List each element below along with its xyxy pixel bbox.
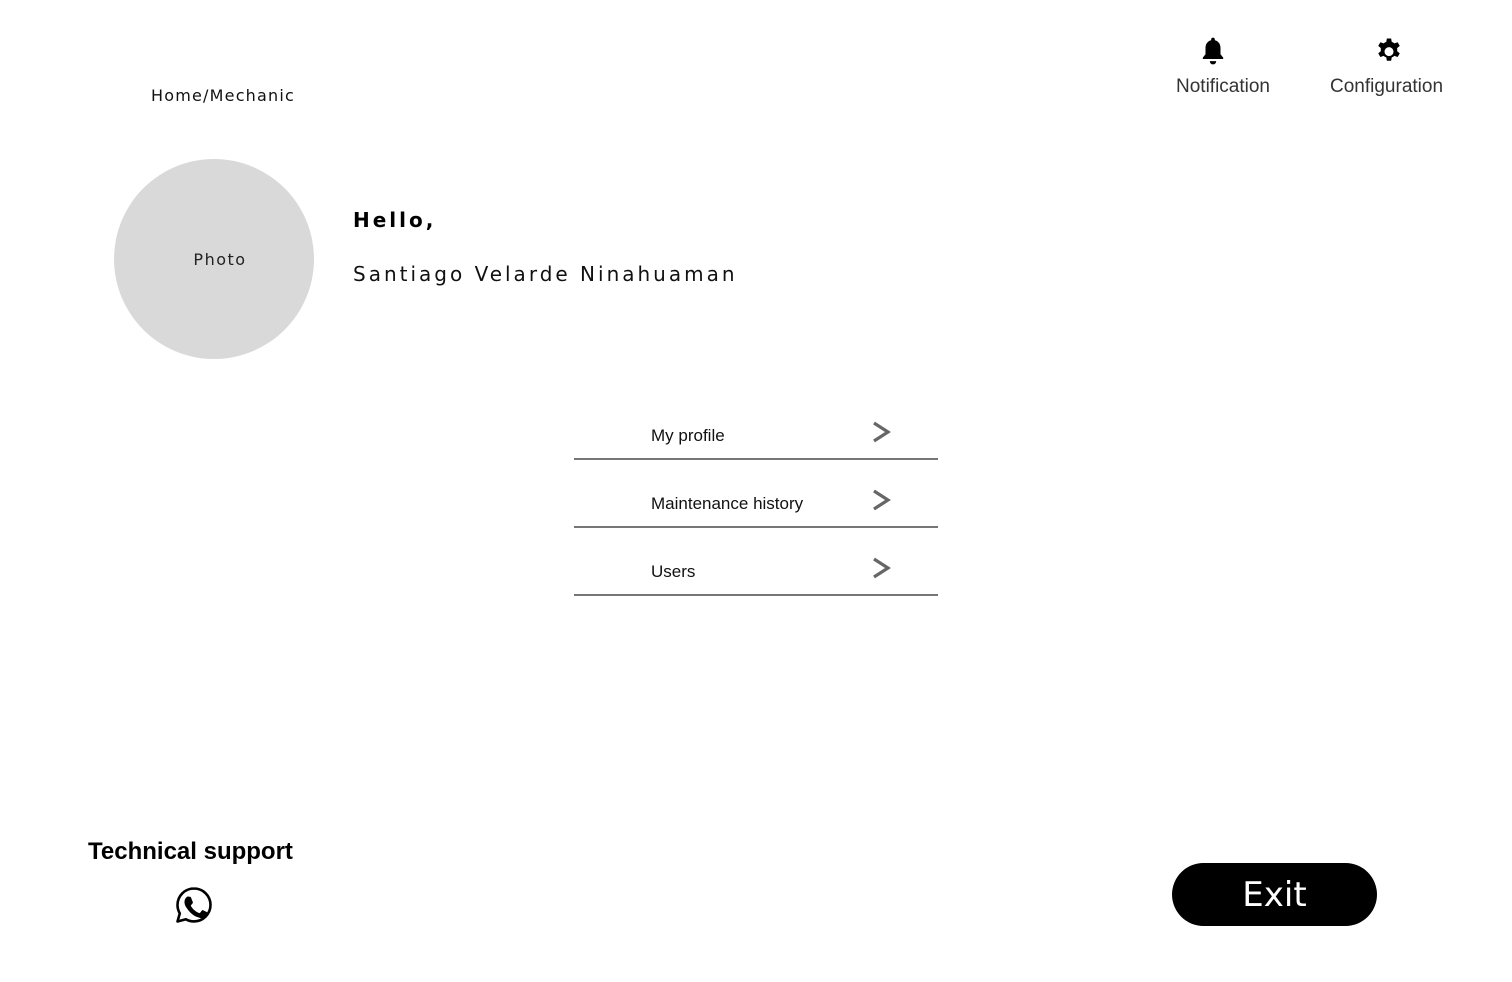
- photo-placeholder-label: Photo: [193, 249, 247, 269]
- menu-item-maintenance-history[interactable]: Maintenance history: [574, 478, 938, 528]
- menu-item-my-profile[interactable]: My profile: [574, 410, 938, 460]
- configuration-label: Configuration: [1330, 76, 1444, 97]
- chevron-right-icon: [873, 421, 891, 443]
- bell-icon: [1198, 34, 1228, 68]
- menu-item-label: Users: [651, 562, 696, 581]
- avatar[interactable]: Photo: [114, 159, 314, 359]
- configuration-button[interactable]: Configuration: [1330, 34, 1443, 98]
- exit-button[interactable]: Exit: [1172, 863, 1377, 926]
- menu-item-label: My profile: [651, 426, 725, 445]
- chevron-right-icon: [873, 489, 891, 511]
- gear-icon: [1374, 34, 1404, 68]
- menu-item-users[interactable]: Users: [574, 546, 938, 596]
- user-name: Santiago Velarde Ninahuaman: [353, 262, 738, 286]
- technical-support-title: Technical support: [88, 838, 293, 865]
- notification-label: Notification: [1176, 76, 1270, 97]
- greeting: Hello,: [353, 208, 437, 232]
- breadcrumb: Home/Mechanic: [151, 86, 296, 105]
- menu-list: My profile Maintenance history Users: [574, 410, 938, 596]
- chevron-right-icon: [873, 557, 891, 579]
- whatsapp-icon[interactable]: [174, 885, 214, 925]
- menu-item-label: Maintenance history: [651, 494, 804, 513]
- notification-button[interactable]: Notification: [1176, 34, 1270, 98]
